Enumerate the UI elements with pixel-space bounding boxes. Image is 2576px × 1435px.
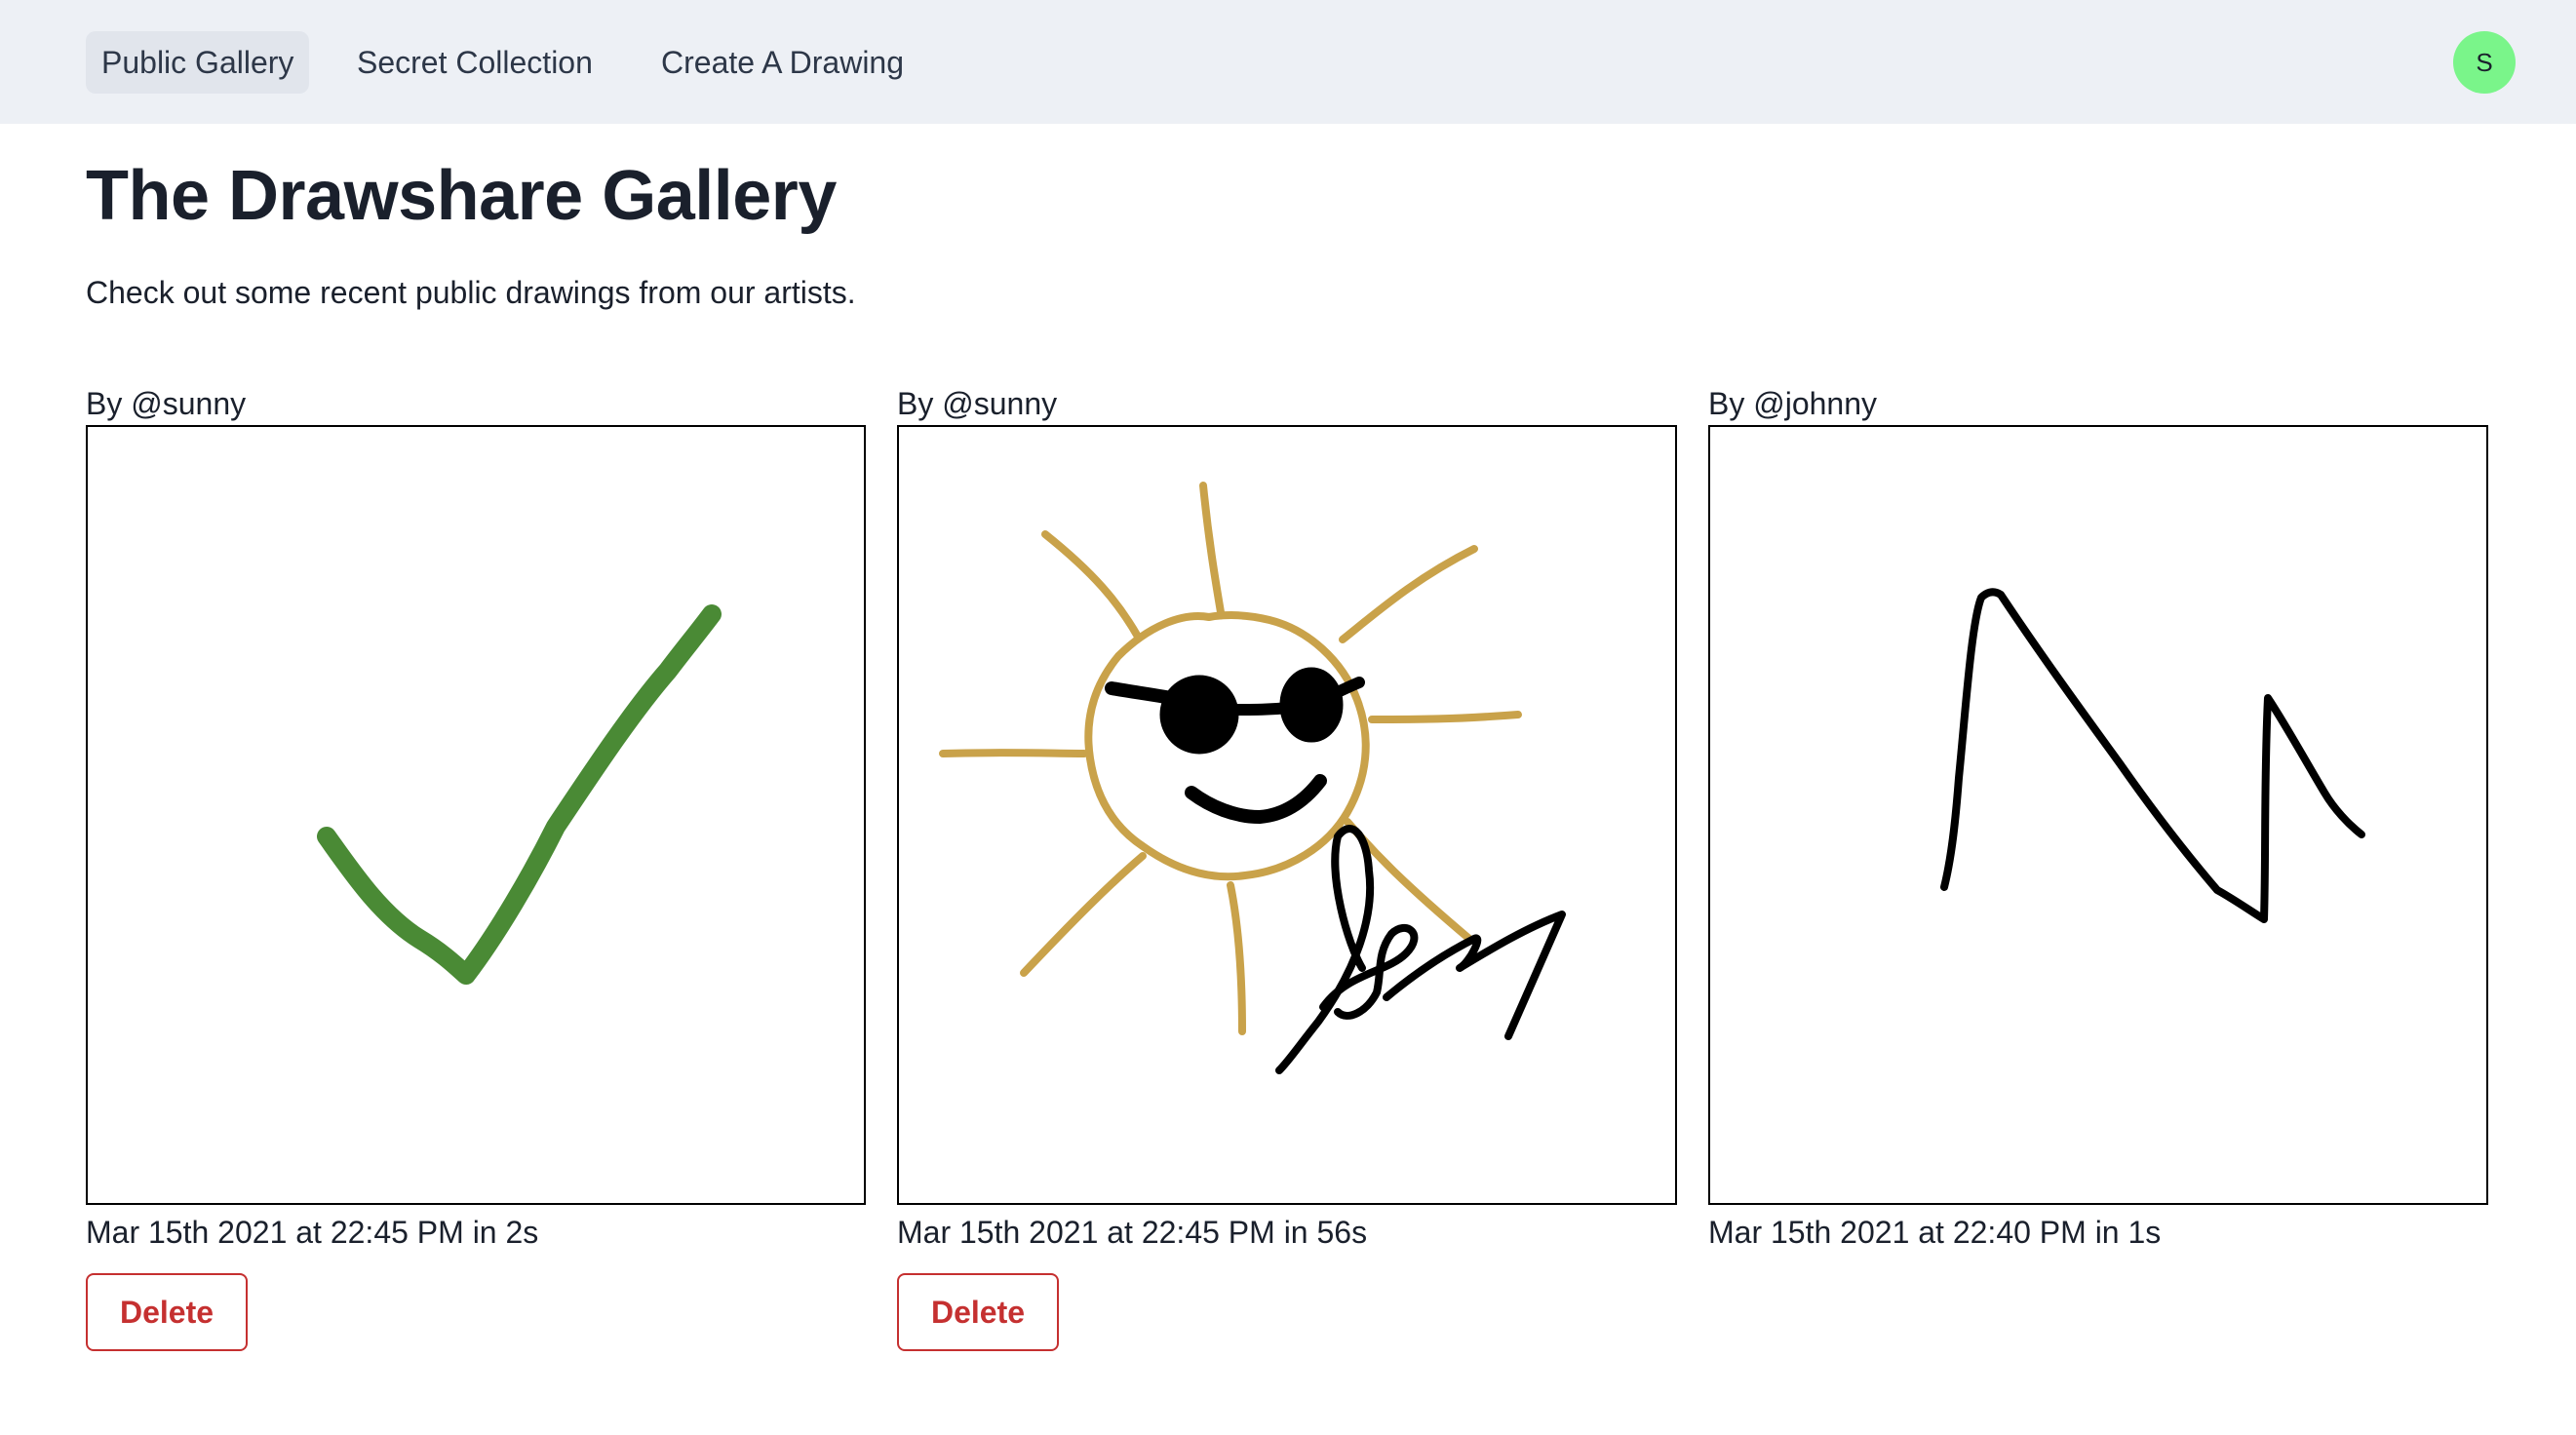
drawing-author: By @sunny [86, 386, 247, 421]
delete-button[interactable]: Delete [86, 1273, 248, 1351]
drawing-timestamp: Mar 15th 2021 at 22:45 PM in 56s [897, 1215, 1368, 1250]
drawing-canvas [86, 425, 866, 1205]
delete-button[interactable]: Delete [897, 1273, 1059, 1351]
top-nav-bar: Public Gallery Secret Collection Create … [0, 0, 2576, 124]
drawing-card: By @sunny Mar 15th 2021 at 22:45 PM in 5… [897, 382, 1677, 1351]
sun-with-sunglasses-drawing-icon [939, 482, 1566, 1074]
page-title: The Drawshare Gallery [86, 157, 837, 235]
drawing-timestamp: Mar 15th 2021 at 22:45 PM in 2s [86, 1215, 539, 1250]
drawing-canvas [1708, 425, 2488, 1205]
drawing-author: By @johnny [1708, 386, 1878, 421]
checkmark-drawing-icon [317, 604, 722, 985]
drawing-card: By @sunny Mar 15th 2021 at 22:45 PM in 2… [86, 382, 866, 1351]
tab-public-gallery[interactable]: Public Gallery [86, 31, 310, 94]
user-avatar[interactable]: S [2453, 31, 2516, 94]
drawing-card: By @johnny Mar 15th 2021 at 22:40 PM in … [1708, 382, 2488, 1254]
tab-create-drawing[interactable]: Create A Drawing [645, 31, 919, 94]
drawing-timestamp: Mar 15th 2021 at 22:40 PM in 1s [1708, 1215, 2162, 1250]
drawing-canvas [897, 425, 1677, 1205]
zigzag-drawing-icon [1940, 588, 2365, 923]
drawing-author: By @sunny [897, 386, 1058, 421]
tab-secret-collection[interactable]: Secret Collection [341, 31, 608, 94]
page-subtitle: Check out some recent public drawings fr… [86, 275, 856, 310]
